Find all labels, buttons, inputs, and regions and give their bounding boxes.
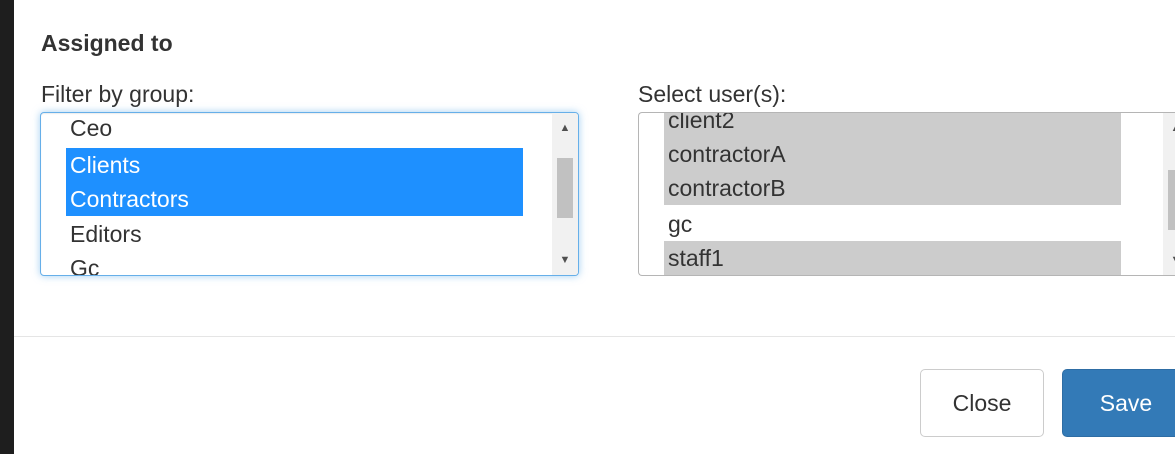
group-option-editors[interactable]: Editors — [66, 217, 523, 251]
footer-divider — [14, 336, 1175, 337]
group-option-clients[interactable]: Clients — [66, 148, 523, 182]
group-options: Ceo Clients Contractors Editors Gc — [41, 113, 552, 275]
group-list-scrollbar[interactable]: ▲ ▼ — [552, 113, 578, 275]
close-button[interactable]: Close — [920, 369, 1044, 437]
scroll-down-arrow-icon[interactable]: ▼ — [552, 249, 578, 271]
group-filter-listbox[interactable]: Ceo Clients Contractors Editors Gc ▲ ▼ — [40, 112, 579, 276]
group-option-contractors[interactable]: Contractors — [66, 182, 523, 216]
user-list-scrollbar[interactable]: ▲ ▼ — [1163, 113, 1175, 275]
scroll-thumb[interactable] — [557, 158, 573, 218]
save-button[interactable]: Save — [1062, 369, 1175, 437]
user-options: client2 contractorA contractorB gc staff… — [639, 113, 1163, 275]
user-option-contractorb[interactable]: contractorB — [664, 171, 1121, 205]
user-option-client2[interactable]: client2 — [664, 113, 1121, 137]
user-select-label: Select user(s): — [638, 81, 787, 107]
modal-dialog: Assigned to Filter by group: Select user… — [14, 0, 1175, 454]
user-select-listbox[interactable]: client2 contractorA contractorB gc staff… — [638, 112, 1175, 276]
scroll-up-arrow-icon[interactable]: ▲ — [1163, 117, 1175, 139]
user-option-staff1[interactable]: staff1 — [664, 241, 1121, 275]
group-filter-label: Filter by group: — [41, 81, 195, 107]
scroll-down-arrow-icon[interactable]: ▼ — [1163, 249, 1175, 271]
group-option-gc[interactable]: Gc — [66, 251, 523, 275]
scroll-up-arrow-icon[interactable]: ▲ — [552, 117, 578, 139]
user-option-contractora[interactable]: contractorA — [664, 137, 1121, 171]
scroll-thumb[interactable] — [1168, 170, 1175, 230]
user-option-gc[interactable]: gc — [664, 207, 1121, 241]
group-option-ceo[interactable]: Ceo — [66, 113, 523, 145]
section-title: Assigned to — [41, 30, 173, 56]
